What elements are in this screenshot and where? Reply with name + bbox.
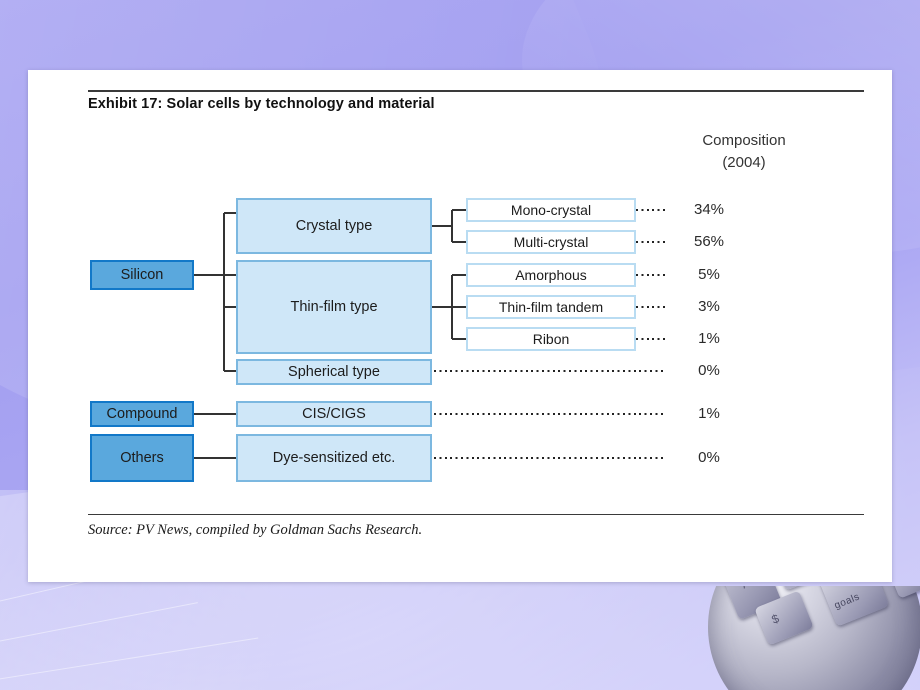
tree-diagram: Silicon Compound Others Crystal type Thi… — [28, 70, 892, 582]
node-multi-crystal[interactable]: Multi-crystal — [466, 230, 636, 254]
node-label: Mono-crystal — [510, 202, 592, 218]
node-thin-film-type[interactable]: Thin-film type — [236, 260, 432, 354]
decorative-keyboard-photo: investment goals 4 ? / $ — [700, 586, 920, 690]
photo-disc: investment goals 4 ? / $ — [708, 586, 920, 690]
composition-value-amorphous: 5% — [698, 266, 720, 283]
node-label: CIS/CIGS — [302, 406, 366, 422]
composition-value-multi-crystal: 56% — [693, 233, 725, 250]
keyboard-key — [882, 586, 920, 599]
node-thin-film-tandem[interactable]: Thin-film tandem — [466, 295, 636, 319]
connector-lines — [194, 209, 666, 459]
node-label: Multi-crystal — [513, 234, 589, 250]
node-spherical-type[interactable]: Spherical type — [236, 359, 432, 385]
node-label: Compound — [106, 406, 178, 422]
composition-value-cis-cigs: 1% — [698, 405, 720, 422]
composition-value-dye-sensitized: 0% — [698, 449, 720, 466]
composition-value-ribon: 1% — [698, 330, 720, 347]
node-mono-crystal[interactable]: Mono-crystal — [466, 198, 636, 222]
composition-value-spherical-type: 0% — [698, 362, 720, 379]
node-label: Thin-film type — [290, 299, 378, 315]
node-label: Spherical type — [288, 364, 380, 380]
node-ribon[interactable]: Ribon — [466, 327, 636, 351]
node-cis-cigs[interactable]: CIS/CIGS — [236, 401, 432, 427]
node-label: Thin-film tandem — [498, 299, 604, 315]
exhibit-panel: Exhibit 17: Solar cells by technology an… — [28, 70, 892, 582]
node-compound[interactable]: Compound — [90, 401, 194, 427]
node-label: Dye-sensitized etc. — [272, 450, 396, 466]
node-crystal-type[interactable]: Crystal type — [236, 198, 432, 254]
node-silicon[interactable]: Silicon — [90, 260, 194, 290]
node-dye-sensitized[interactable]: Dye-sensitized etc. — [236, 434, 432, 482]
node-others[interactable]: Others — [90, 434, 194, 482]
node-label: Others — [120, 450, 164, 466]
node-label: Silicon — [120, 267, 164, 283]
node-label: Ribon — [532, 331, 570, 347]
node-amorphous[interactable]: Amorphous — [466, 263, 636, 287]
composition-value-mono-crystal: 34% — [693, 201, 725, 218]
source-note: Source: PV News, compiled by Goldman Sac… — [88, 522, 423, 538]
node-label: Crystal type — [295, 218, 373, 234]
source-divider — [88, 514, 864, 515]
node-label: Amorphous — [515, 267, 587, 283]
composition-value-thin-film-tandem: 3% — [698, 298, 720, 315]
